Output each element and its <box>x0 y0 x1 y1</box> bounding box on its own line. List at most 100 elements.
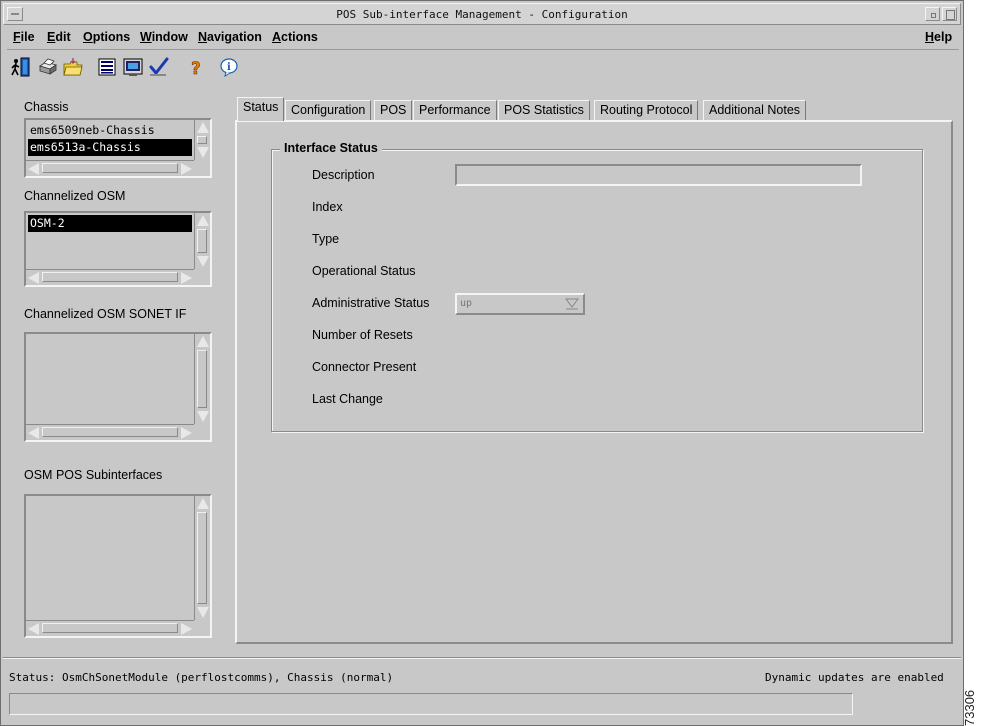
tab-status[interactable]: Status <box>237 97 285 121</box>
administrative-status-select[interactable]: up <box>455 293 585 315</box>
menu-file-mnemonic: F <box>13 30 21 44</box>
scroll-right-icon[interactable] <box>181 163 192 175</box>
tab-configuration[interactable]: Configuration <box>285 100 372 121</box>
scroll-thumb[interactable] <box>197 136 207 144</box>
chassis-horizontal-scrollbar[interactable] <box>26 160 194 176</box>
index-label: Index <box>312 200 343 214</box>
scroll-thumb[interactable] <box>42 623 178 633</box>
scroll-down-icon[interactable] <box>197 607 209 618</box>
dropdown-arrow-icon[interactable] <box>565 297 579 311</box>
window-title: POS Sub-interface Management - Configura… <box>336 8 628 21</box>
menu-window[interactable]: Window <box>140 30 188 44</box>
menu-bar: File Edit Options Window Navigation Acti… <box>7 26 959 50</box>
scroll-left-icon[interactable] <box>28 623 39 635</box>
list-icon <box>98 58 116 76</box>
application-window: POS Sub-interface Management - Configura… <box>0 0 964 726</box>
apply-button[interactable] <box>147 55 171 79</box>
subinterfaces-label: OSM POS Subinterfaces <box>24 468 163 482</box>
osm-label: Channelized OSM <box>24 189 126 203</box>
list-item[interactable]: ems6509neb-Chassis <box>28 122 192 139</box>
list-item-selected[interactable]: OSM-2 <box>28 215 192 232</box>
chassis-label: Chassis <box>24 100 69 114</box>
help-button[interactable]: ? <box>183 55 207 79</box>
connector-present-label: Connector Present <box>312 360 417 374</box>
menu-navigation-mnemonic: N <box>198 30 208 44</box>
tab-bar: Status Configuration POS Performance POS… <box>237 97 957 121</box>
osm-vertical-scrollbar[interactable] <box>194 213 210 269</box>
scroll-thumb[interactable] <box>197 229 207 253</box>
menu-file[interactable]: File <box>13 30 35 44</box>
last-change-label: Last Change <box>312 392 383 406</box>
menu-window-mnemonic: W <box>140 30 152 44</box>
scroll-thumb[interactable] <box>42 163 178 173</box>
osm-horizontal-scrollbar[interactable] <box>26 269 194 285</box>
svg-text:?: ? <box>191 59 201 78</box>
sonet-label: Channelized OSM SONET IF <box>24 307 187 321</box>
menu-options[interactable]: Options <box>83 30 130 44</box>
info-button[interactable]: i <box>217 55 241 79</box>
description-label: Description <box>312 168 375 182</box>
osm-list[interactable]: OSM-2 <box>24 211 212 287</box>
subinterfaces-horizontal-scrollbar[interactable] <box>26 620 194 636</box>
info-icon: i <box>220 58 238 78</box>
scroll-left-icon[interactable] <box>28 427 39 439</box>
scroll-up-icon[interactable] <box>197 215 209 226</box>
list-item-selected[interactable]: ems6513a-Chassis <box>28 139 192 156</box>
open-button[interactable] <box>61 55 85 79</box>
scroll-thumb[interactable] <box>42 272 178 282</box>
menu-window-label: indow <box>151 30 188 44</box>
menu-options-mnemonic: O <box>83 30 93 44</box>
exit-button[interactable] <box>9 55 33 79</box>
sonet-horizontal-scrollbar[interactable] <box>26 424 194 440</box>
menu-edit-label: dit <box>55 30 71 44</box>
sonet-vertical-scrollbar[interactable] <box>194 334 210 424</box>
subinterfaces-list[interactable] <box>24 494 212 638</box>
type-label: Type <box>312 232 340 246</box>
scroll-right-icon[interactable] <box>181 272 192 284</box>
minimize-button[interactable] <box>925 7 940 21</box>
group-title: Interface Status <box>280 141 382 155</box>
operational-status-label: Operational Status <box>312 264 416 278</box>
menu-actions[interactable]: Actions <box>272 30 318 44</box>
description-field[interactable] <box>455 164 862 186</box>
tab-pos[interactable]: POS <box>374 100 413 121</box>
scroll-left-icon[interactable] <box>28 163 39 175</box>
tab-routing-protocol[interactable]: Routing Protocol <box>594 100 699 121</box>
svg-text:i: i <box>227 62 231 73</box>
title-bar[interactable]: POS Sub-interface Management - Configura… <box>3 3 961 25</box>
scroll-down-icon[interactable] <box>197 411 209 422</box>
print-icon <box>39 58 57 75</box>
chassis-list[interactable]: ems6509neb-Chassis ems6513a-Chassis <box>24 118 212 178</box>
scroll-thumb[interactable] <box>197 350 207 408</box>
scroll-down-icon[interactable] <box>197 256 209 267</box>
maximize-button[interactable] <box>942 7 957 21</box>
menu-actions-mnemonic: A <box>272 30 282 44</box>
scroll-up-icon[interactable] <box>197 122 209 133</box>
status-tab-panel: Interface Status Description Index Type … <box>235 120 953 644</box>
list-button[interactable] <box>95 55 119 79</box>
menu-navigation[interactable]: Navigation <box>198 30 262 44</box>
scroll-thumb[interactable] <box>197 512 207 604</box>
scroll-down-icon[interactable] <box>197 147 209 158</box>
scroll-thumb[interactable] <box>42 427 178 437</box>
status-separator <box>3 657 961 659</box>
scroll-up-icon[interactable] <box>197 336 209 347</box>
tab-performance[interactable]: Performance <box>413 100 497 121</box>
scroll-up-icon[interactable] <box>197 498 209 509</box>
monitor-button[interactable] <box>121 55 145 79</box>
scroll-right-icon[interactable] <box>181 427 192 439</box>
tab-pos-statistics[interactable]: POS Statistics <box>498 100 590 121</box>
exit-icon <box>11 57 30 77</box>
menu-help[interactable]: Help <box>925 30 952 44</box>
checkmark-icon <box>149 57 169 76</box>
tab-additional-notes[interactable]: Additional Notes <box>703 100 807 121</box>
sonet-list[interactable] <box>24 332 212 442</box>
menu-file-label: ile <box>20 30 35 44</box>
scroll-right-icon[interactable] <box>181 623 192 635</box>
subinterfaces-vertical-scrollbar[interactable] <box>194 496 210 620</box>
print-button[interactable] <box>35 55 59 79</box>
chassis-vertical-scrollbar[interactable] <box>194 120 210 160</box>
menu-edit[interactable]: Edit <box>47 30 71 44</box>
menu-help-label: elp <box>934 30 953 44</box>
scroll-left-icon[interactable] <box>28 272 39 284</box>
